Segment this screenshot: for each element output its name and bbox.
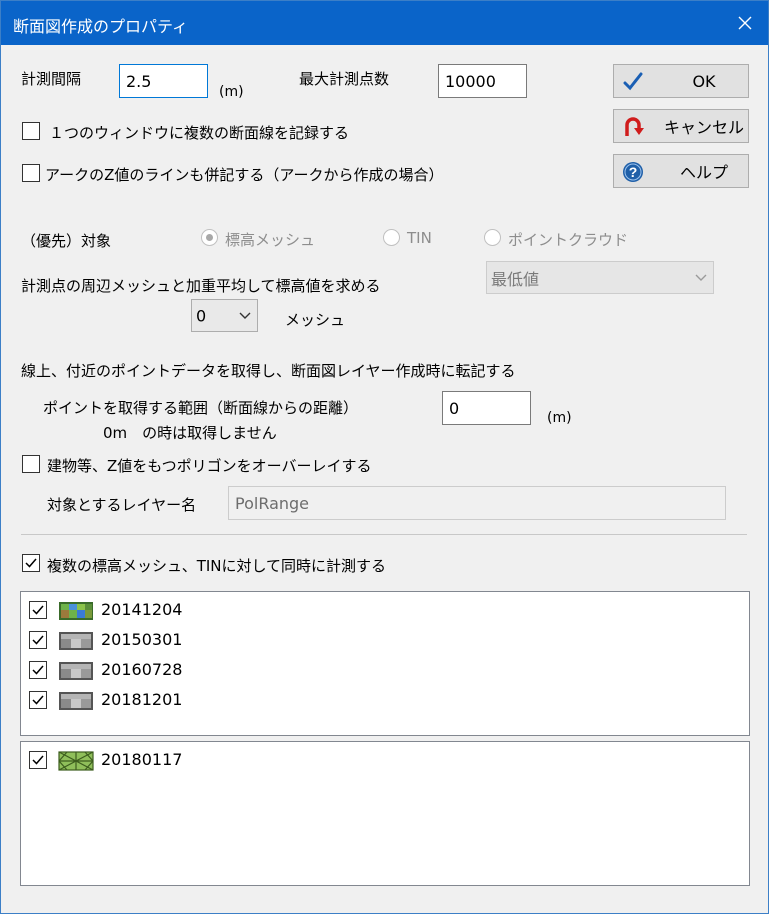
- tin-icon: [58, 751, 94, 771]
- mesh-item-name: 20160728: [101, 660, 183, 679]
- target-layer-label: 対象とするレイヤー名: [47, 496, 197, 514]
- interval-unit: (m): [219, 84, 244, 100]
- radio-tin-label: TIN: [407, 229, 432, 247]
- mesh-list: 20141204 20150301 20160728 20181201: [20, 591, 750, 736]
- range-label: ポイントを取得する範囲（断面線からの距離）: [43, 399, 359, 417]
- interval-label: 計測間隔: [21, 70, 82, 88]
- title-bar: 断面図作成のプロパティ: [1, 1, 768, 45]
- chevron-down-icon: [695, 274, 707, 281]
- checkmark-icon: [32, 755, 44, 765]
- arc-z-checkbox[interactable]: [22, 164, 40, 182]
- mesh-item-checkbox[interactable]: [29, 601, 47, 619]
- cancel-button[interactable]: キャンセル: [613, 109, 749, 143]
- checkmark-icon: [32, 665, 44, 675]
- cancel-label: キャンセル: [663, 118, 744, 137]
- points-section-label: 線上、付近のポイントデータを取得し、断面図レイヤー作成時に転記する: [21, 362, 516, 380]
- list-item[interactable]: 20181201: [27, 686, 727, 714]
- list-item[interactable]: 20150301: [27, 626, 727, 654]
- checkmark-icon: [623, 72, 643, 91]
- multi-lines-checkbox[interactable]: [22, 122, 40, 140]
- close-icon: [738, 16, 752, 30]
- tin-item-name: 20180117: [101, 750, 183, 769]
- mesh-count-value: 0: [196, 306, 207, 325]
- range-unit: (m): [547, 410, 572, 426]
- terrain-mesh-gray-icon: [59, 662, 93, 680]
- mesh-item-name: 20150301: [101, 630, 183, 649]
- window-title: 断面図作成のプロパティ: [13, 17, 189, 36]
- terrain-mesh-gray-icon: [59, 692, 93, 710]
- checkmark-icon: [32, 695, 44, 705]
- terrain-mesh-gray-icon: [59, 632, 93, 650]
- multi-lines-label: １つのウィンドウに複数の断面線を記録する: [49, 124, 350, 142]
- properties-dialog: 断面図作成のプロパティ 計測間隔 2.5 (m) 最大計測点数 10000 OK…: [0, 0, 769, 914]
- radio-tin[interactable]: [383, 229, 400, 246]
- help-label: ヘルプ: [679, 163, 728, 182]
- ok-button[interactable]: OK: [613, 64, 749, 98]
- mesh-count-select[interactable]: 0: [191, 299, 258, 332]
- list-item[interactable]: 20180117: [27, 746, 727, 774]
- terrain-mesh-color-icon: [59, 602, 93, 620]
- mesh-item-checkbox[interactable]: [29, 661, 47, 679]
- tin-item-checkbox[interactable]: [29, 751, 47, 769]
- max-points-input[interactable]: 10000: [438, 64, 527, 98]
- list-item[interactable]: 20141204: [27, 596, 727, 624]
- priority-label: （優先）対象: [21, 232, 112, 250]
- separator: [21, 534, 747, 535]
- polygon-overlay-label: 建物等、Z値をもつポリゴンをオーバーレイする: [47, 457, 372, 475]
- radio-elevation-mesh[interactable]: [201, 229, 218, 246]
- range-note: 0m の時は取得しません: [103, 424, 277, 442]
- help-button[interactable]: ? ヘルプ: [613, 154, 749, 188]
- checkmark-icon: [32, 635, 44, 645]
- method-select-value: 最低値: [491, 269, 540, 289]
- mesh-item-checkbox[interactable]: [29, 691, 47, 709]
- multi-measure-checkbox[interactable]: [22, 554, 40, 572]
- help-icon: ?: [623, 162, 643, 182]
- multi-measure-label: 複数の標高メッシュ、TINに対して同時に計測する: [47, 557, 387, 575]
- method-select[interactable]: 最低値: [486, 261, 714, 294]
- polygon-overlay-checkbox[interactable]: [22, 455, 40, 473]
- svg-text:?: ?: [629, 164, 638, 180]
- checkmark-icon: [32, 605, 44, 615]
- radio-elevation-mesh-label: 標高メッシュ: [225, 231, 316, 249]
- target-layer-input[interactable]: PolRange: [228, 486, 726, 520]
- ok-label: OK: [692, 71, 716, 91]
- checkmark-icon: [25, 558, 37, 568]
- list-item[interactable]: 20160728: [27, 656, 727, 684]
- chevron-down-icon: [239, 312, 251, 319]
- radio-selected-dot: [206, 234, 213, 241]
- interval-input[interactable]: 2.5: [119, 64, 208, 98]
- radio-point-cloud[interactable]: [484, 229, 501, 246]
- mesh-item-name: 20181201: [101, 690, 183, 709]
- mesh-item-name: 20141204: [101, 600, 183, 619]
- close-button[interactable]: [722, 1, 768, 45]
- weighted-label: 計測点の周辺メッシュと加重平均して標高値を求める: [21, 277, 381, 295]
- radio-point-cloud-label: ポイントクラウド: [508, 231, 629, 249]
- mesh-item-checkbox[interactable]: [29, 631, 47, 649]
- max-points-label: 最大計測点数: [299, 70, 390, 88]
- tin-list: 20180117: [20, 741, 750, 886]
- undo-arrow-icon: [625, 117, 644, 136]
- range-input[interactable]: 0: [442, 391, 531, 425]
- mesh-unit: メッシュ: [285, 311, 346, 329]
- arc-z-label: アークのZ値のラインも併記する（アークから作成の場合）: [45, 166, 444, 184]
